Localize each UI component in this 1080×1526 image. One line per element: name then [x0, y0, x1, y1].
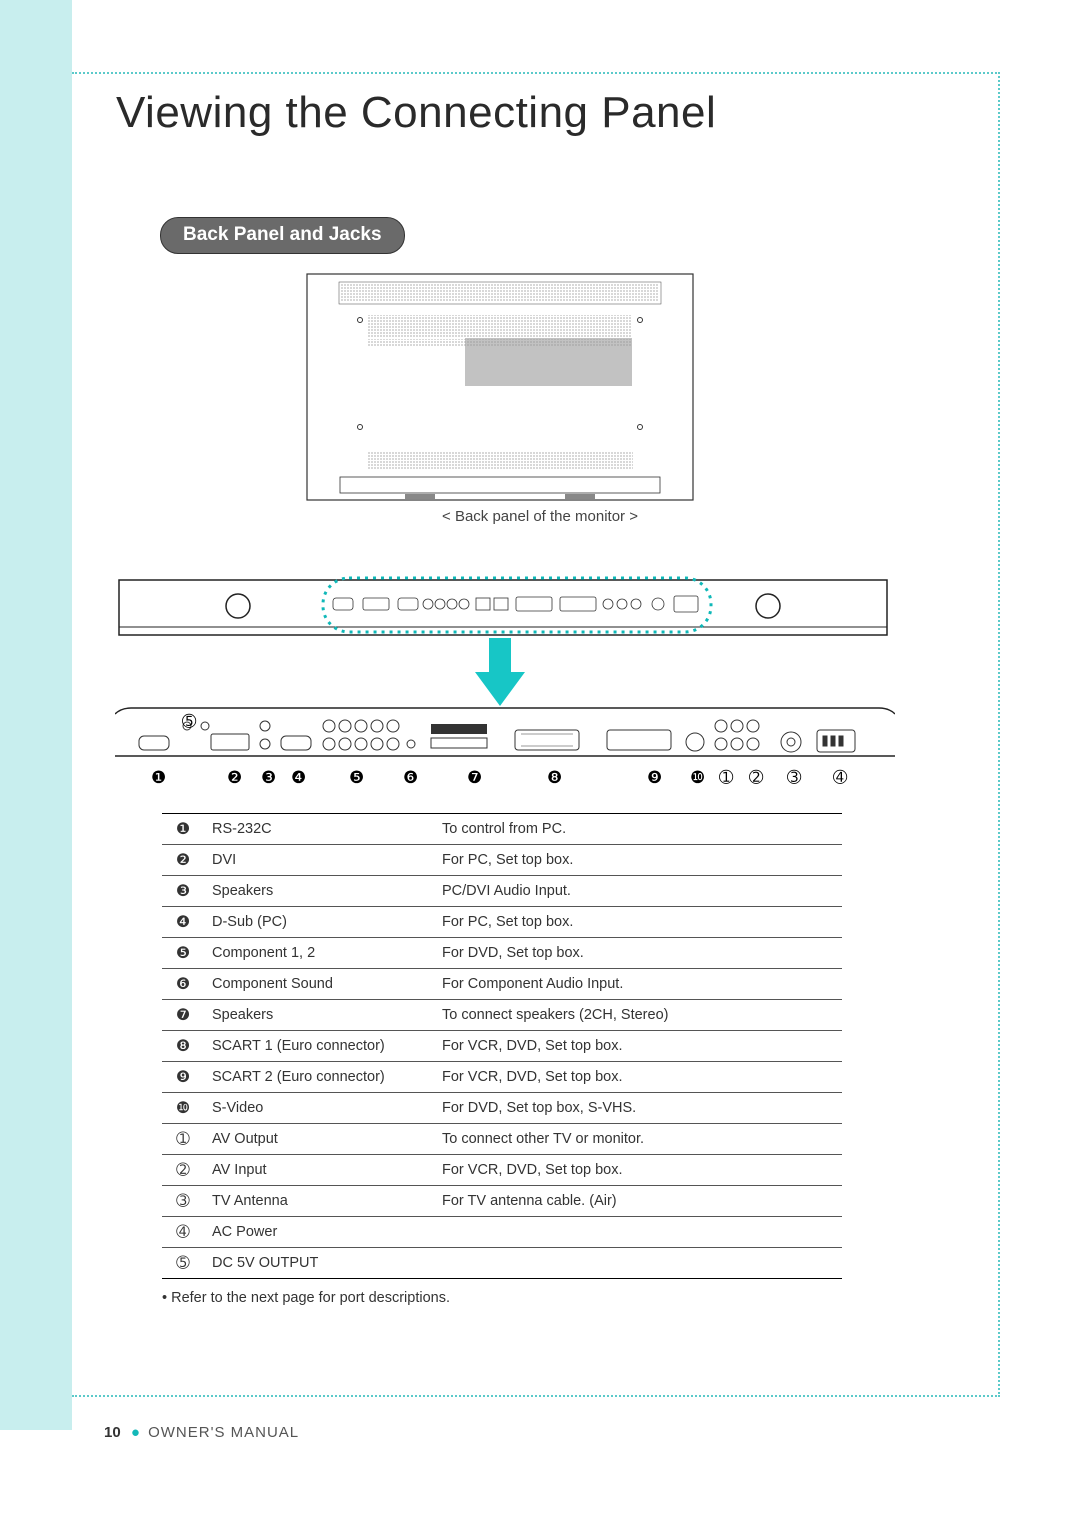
page-number: 10 [104, 1424, 121, 1441]
jack-desc: For VCR, DVD, Set top box. [434, 1031, 842, 1062]
jack-number: ➀ [162, 1124, 204, 1155]
jack-name: S-Video [204, 1093, 434, 1124]
jack-desc: For PC, Set top box. [434, 845, 842, 876]
dotted-border-right [998, 72, 1000, 1394]
jack-name: SCART 2 (Euro connector) [204, 1062, 434, 1093]
zoom-arrow-icon [475, 638, 525, 706]
table-row: ➂TV AntennaFor TV antenna cable. (Air) [162, 1186, 842, 1217]
callout-15: ➄ [182, 712, 196, 732]
panel-strip-full [118, 570, 888, 645]
table-row: ❸SpeakersPC/DVI Audio Input. [162, 876, 842, 907]
callout-12: ➁ [749, 768, 763, 788]
table-row: ➁AV InputFor VCR, DVD, Set top box. [162, 1155, 842, 1186]
dotted-border-bottom [72, 1395, 1000, 1397]
callout-3: ❸ [261, 768, 276, 788]
table-row: ➃AC Power [162, 1217, 842, 1248]
jack-number: ❹ [162, 907, 204, 938]
jack-name: TV Antenna [204, 1186, 434, 1217]
dotted-border-top [72, 72, 1000, 74]
jack-name: SCART 1 (Euro connector) [204, 1031, 434, 1062]
jack-number: ❺ [162, 938, 204, 969]
jack-number: ❼ [162, 1000, 204, 1031]
jack-desc: For VCR, DVD, Set top box. [434, 1062, 842, 1093]
callout-4: ❹ [291, 768, 306, 788]
footer-label: OWNER'S MANUAL [148, 1424, 299, 1441]
jack-desc: To control from PC. [434, 814, 842, 845]
jack-desc [434, 1217, 842, 1248]
jack-desc: PC/DVI Audio Input. [434, 876, 842, 907]
page-footer: 10 ● OWNER'S MANUAL [104, 1424, 299, 1441]
jack-number: ❸ [162, 876, 204, 907]
diagram-caption: < Back panel of the monitor > [0, 508, 1080, 525]
jack-desc: To connect other TV or monitor. [434, 1124, 842, 1155]
table-row: ❷DVIFor PC, Set top box. [162, 845, 842, 876]
jack-name: Component Sound [204, 969, 434, 1000]
table-row: ❺Component 1, 2For DVD, Set top box. [162, 938, 842, 969]
jack-table: ❶RS-232CTo control from PC.❷DVIFor PC, S… [162, 813, 842, 1279]
jack-number: ❿ [162, 1093, 204, 1124]
jack-name: AV Input [204, 1155, 434, 1186]
monitor-back-diagram [305, 272, 695, 502]
left-accent-strip [0, 0, 72, 1430]
jack-desc: To connect speakers (2CH, Stereo) [434, 1000, 842, 1031]
jack-number: ➄ [162, 1248, 204, 1279]
jack-name: AC Power [204, 1217, 434, 1248]
section-pill-back-panel: Back Panel and Jacks [160, 217, 405, 254]
jack-desc: For VCR, DVD, Set top box. [434, 1155, 842, 1186]
jack-name: D-Sub (PC) [204, 907, 434, 938]
callout-5: ❺ [349, 768, 364, 788]
jack-number: ➂ [162, 1186, 204, 1217]
jack-number: ❾ [162, 1062, 204, 1093]
jack-name: Speakers [204, 876, 434, 907]
callout-8: ❽ [547, 768, 562, 788]
callout-14: ➃ [833, 768, 847, 788]
jack-number: ❶ [162, 814, 204, 845]
footer-bullet-icon: ● [131, 1424, 140, 1441]
jack-name: RS-232C [204, 814, 434, 845]
footnote: • Refer to the next page for port descri… [162, 1290, 450, 1306]
callout-6: ❻ [403, 768, 418, 788]
callout-13: ➂ [787, 768, 801, 788]
table-row: ➄DC 5V OUTPUT [162, 1248, 842, 1279]
page-title: Viewing the Connecting Panel [116, 88, 716, 138]
jack-desc: For Component Audio Input. [434, 969, 842, 1000]
jack-name: Component 1, 2 [204, 938, 434, 969]
jack-number: ❽ [162, 1031, 204, 1062]
table-row: ➀AV OutputTo connect other TV or monitor… [162, 1124, 842, 1155]
callout-10: ❿ [690, 768, 705, 788]
jack-desc: For DVD, Set top box, S-VHS. [434, 1093, 842, 1124]
table-row: ❼SpeakersTo connect speakers (2CH, Stere… [162, 1000, 842, 1031]
jack-desc: For DVD, Set top box. [434, 938, 842, 969]
jack-number: ➁ [162, 1155, 204, 1186]
jack-number: ❻ [162, 969, 204, 1000]
jack-name: Speakers [204, 1000, 434, 1031]
table-row: ❶RS-232CTo control from PC. [162, 814, 842, 845]
callout-7: ❼ [467, 768, 482, 788]
callout-1: ❶ [151, 768, 166, 788]
jack-desc: For TV antenna cable. (Air) [434, 1186, 842, 1217]
jack-desc: For PC, Set top box. [434, 907, 842, 938]
callout-9: ❾ [647, 768, 662, 788]
jack-number: ➃ [162, 1217, 204, 1248]
table-row: ❿S-VideoFor DVD, Set top box, S-VHS. [162, 1093, 842, 1124]
callout-2: ❷ [227, 768, 242, 788]
callout-11: ➀ [719, 768, 733, 788]
jack-name: AV Output [204, 1124, 434, 1155]
table-row: ❾SCART 2 (Euro connector)For VCR, DVD, S… [162, 1062, 842, 1093]
table-row: ❹D-Sub (PC)For PC, Set top box. [162, 907, 842, 938]
jack-name: DC 5V OUTPUT [204, 1248, 434, 1279]
jack-desc [434, 1248, 842, 1279]
table-row: ❽SCART 1 (Euro connector)For VCR, DVD, S… [162, 1031, 842, 1062]
table-row: ❻Component SoundFor Component Audio Inpu… [162, 969, 842, 1000]
jack-name: DVI [204, 845, 434, 876]
panel-strip-zoom [115, 706, 895, 766]
jack-number: ❷ [162, 845, 204, 876]
